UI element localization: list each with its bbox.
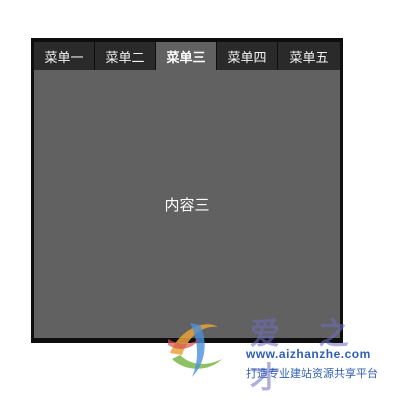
tab-content-text: 内容三 (164, 195, 210, 214)
tab-widget: 菜单一 菜单二 菜单三 菜单四 菜单五 内容三 (31, 38, 343, 343)
tab-menu-2[interactable]: 菜单二 (95, 42, 155, 70)
tab-menu-3[interactable]: 菜单三 (156, 42, 216, 70)
tab-bar: 菜单一 菜单二 菜单三 菜单四 菜单五 (34, 42, 340, 70)
watermark-slogan: 打造专业建站资源共享平台 (246, 367, 378, 380)
tab-menu-4[interactable]: 菜单四 (217, 42, 277, 70)
tab-content-panel: 内容三 (34, 70, 340, 338)
watermark-url: www.aizhanzhe.com (246, 347, 371, 361)
tab-menu-5[interactable]: 菜单五 (278, 42, 340, 70)
tab-menu-1[interactable]: 菜单一 (34, 42, 94, 70)
